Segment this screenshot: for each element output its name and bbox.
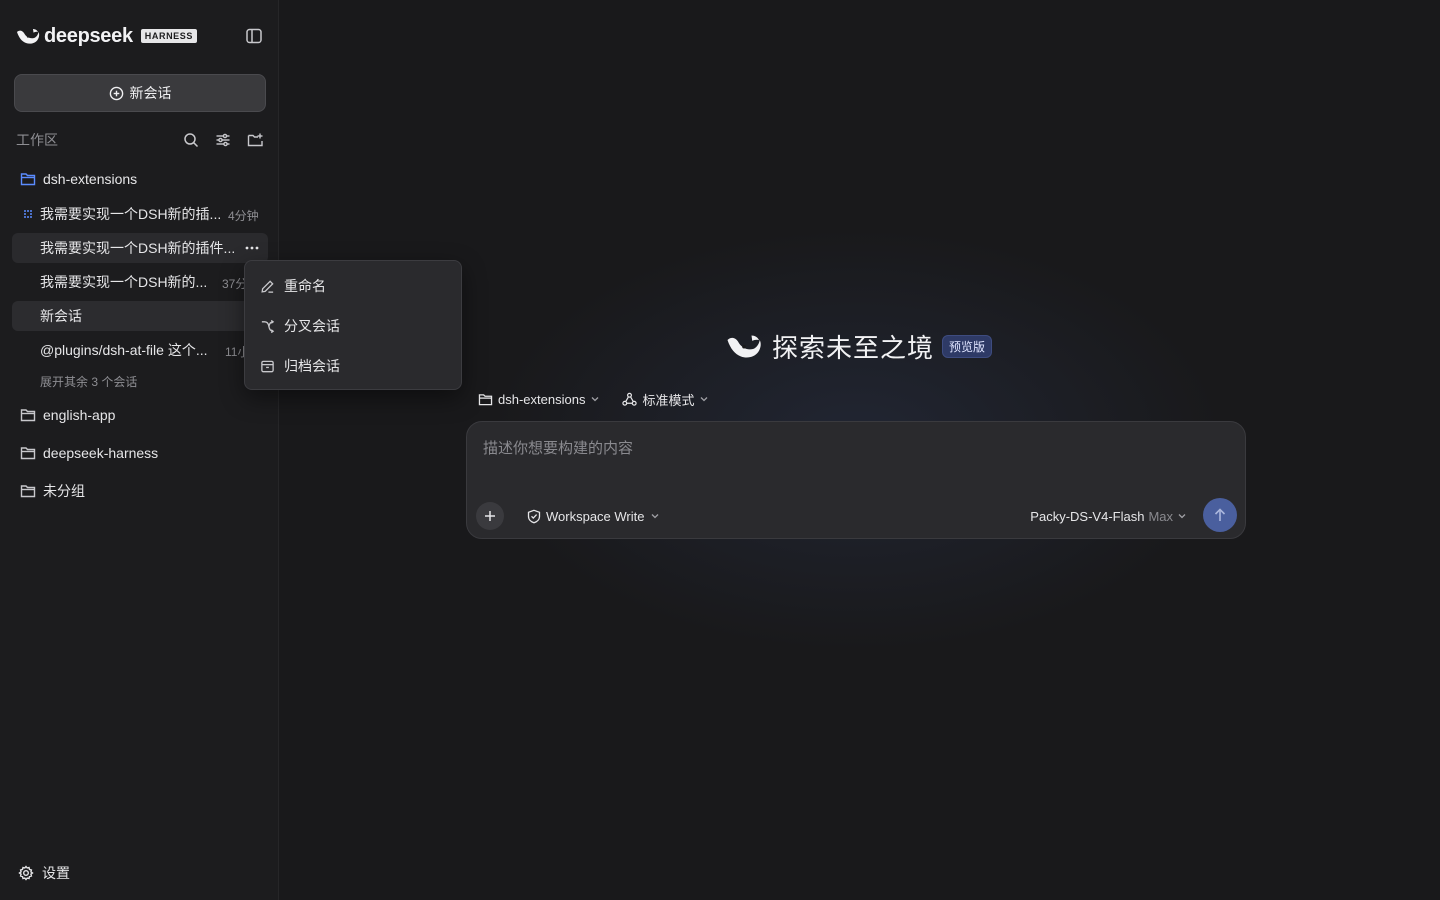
plus-circle-icon bbox=[109, 86, 123, 100]
gear-icon bbox=[18, 865, 34, 881]
expand-conversations-link[interactable]: 展开其余 3 个会话 bbox=[40, 373, 137, 390]
conversation-item[interactable]: 我需要实现一个DSH新的插件... bbox=[12, 233, 268, 263]
folder-plus-icon bbox=[247, 133, 263, 147]
sliders-icon bbox=[216, 133, 230, 147]
folder-name: 未分组 bbox=[43, 483, 85, 499]
mode-nodes-icon bbox=[622, 392, 638, 406]
composer-selectors: dsh-extensions 标准模式 bbox=[478, 389, 709, 409]
mode-selector-label: 标准模式 bbox=[642, 392, 695, 408]
new-chat-label: 新会话 bbox=[129, 85, 172, 101]
permission-label: Workspace Write bbox=[546, 508, 645, 524]
settings-button[interactable]: 设置 bbox=[18, 862, 70, 884]
search-button[interactable] bbox=[182, 130, 200, 150]
conversation-title: 我需要实现一个DSH新的插... bbox=[40, 206, 222, 222]
project-selector-label: dsh-extensions bbox=[498, 391, 586, 407]
folder-dsh-extensions[interactable]: dsh-extensions bbox=[20, 167, 137, 191]
folder-deepseek-harness[interactable]: deepseek-harness bbox=[20, 441, 158, 465]
sidebar: deepseek HARNESS 新会话 工作区 dsh-extensions … bbox=[0, 0, 279, 900]
archive-icon bbox=[261, 360, 274, 372]
folder-name: dsh-extensions bbox=[43, 171, 138, 187]
whale-logo-icon bbox=[17, 29, 40, 44]
collapse-sidebar-button[interactable] bbox=[244, 26, 264, 46]
folder-name: deepseek-harness bbox=[43, 445, 159, 461]
plus-icon bbox=[485, 511, 495, 521]
workspace-label: 工作区 bbox=[16, 132, 58, 148]
folder-ungrouped[interactable]: 未分组 bbox=[20, 479, 85, 503]
brand-name: deepseek bbox=[44, 24, 133, 47]
permission-selector[interactable]: Workspace Write bbox=[527, 506, 660, 526]
brand-badge: HARNESS bbox=[140, 29, 197, 43]
workspace-header: 工作区 bbox=[16, 130, 266, 150]
folder-icon bbox=[478, 393, 493, 405]
new-chat-button[interactable]: 新会话 bbox=[14, 74, 266, 112]
folder-icon bbox=[20, 447, 36, 460]
sidebar-toggle-icon bbox=[246, 28, 262, 44]
conversation-item[interactable]: 我需要实现一个DSH新的... 37分 bbox=[12, 267, 268, 297]
model-selector[interactable]: Packy-DS-V4-Flash Max bbox=[1030, 506, 1187, 526]
send-button[interactable] bbox=[1203, 498, 1237, 532]
chevron-down-icon bbox=[651, 514, 658, 519]
chevron-down-icon bbox=[1178, 514, 1186, 519]
menu-item-label: 归档会话 bbox=[284, 358, 340, 374]
conversation-title: 新会话 bbox=[40, 308, 82, 324]
project-selector[interactable]: dsh-extensions bbox=[478, 392, 600, 407]
hero-heading: 探索未至之境 预览版 bbox=[726, 328, 993, 364]
branch-icon bbox=[261, 319, 275, 333]
more-options-button[interactable] bbox=[242, 238, 262, 258]
composer: Workspace Write Packy-DS-V4-Flash Max bbox=[466, 421, 1246, 539]
conversation-time: 4分钟 bbox=[228, 209, 259, 223]
folder-icon bbox=[20, 485, 36, 498]
brand-logo[interactable]: deepseek HARNESS bbox=[16, 24, 197, 48]
search-icon bbox=[184, 133, 199, 148]
conversation-item[interactable]: 我需要实现一个DSH新的插... 4分钟 bbox=[12, 199, 268, 229]
pencil-icon bbox=[261, 279, 274, 293]
menu-item-archive[interactable]: 归档会话 bbox=[245, 346, 461, 386]
model-name: Packy-DS-V4-Flash bbox=[1030, 508, 1145, 524]
conversation-item-active[interactable]: 新会话 bbox=[12, 301, 268, 331]
conversation-item[interactable]: @plugins/dsh-at-file 这个... 11小 bbox=[12, 335, 268, 365]
conversation-title: 我需要实现一个DSH新的... bbox=[40, 274, 208, 290]
folder-english-app[interactable]: english-app bbox=[20, 403, 115, 427]
menu-item-label: 分叉会话 bbox=[284, 318, 340, 334]
prompt-input[interactable] bbox=[483, 436, 1223, 460]
model-tier: Max bbox=[1148, 508, 1173, 524]
more-horizontal-icon bbox=[245, 246, 259, 250]
settings-label: 设置 bbox=[42, 865, 70, 881]
menu-item-fork[interactable]: 分叉会话 bbox=[245, 306, 461, 346]
preview-badge: 预览版 bbox=[942, 334, 993, 358]
new-folder-button[interactable] bbox=[246, 130, 264, 150]
filter-button[interactable] bbox=[214, 130, 232, 150]
folder-icon bbox=[20, 409, 36, 422]
mode-selector[interactable]: 标准模式 bbox=[622, 390, 709, 409]
chevron-down-icon bbox=[591, 397, 599, 402]
folder-name: english-app bbox=[43, 407, 116, 423]
menu-item-rename[interactable]: 重命名 bbox=[245, 266, 461, 306]
shield-check-icon bbox=[527, 509, 541, 523]
attach-button[interactable] bbox=[476, 502, 504, 530]
folder-open-icon bbox=[20, 173, 36, 186]
hero-title: 探索未至之境 bbox=[772, 332, 935, 363]
menu-item-label: 重命名 bbox=[284, 278, 326, 294]
loading-indicator-icon bbox=[24, 210, 32, 218]
conversation-context-menu: 重命名 分叉会话 归档会话 bbox=[244, 260, 462, 390]
arrow-up-icon bbox=[1214, 508, 1226, 521]
conversation-title: 我需要实现一个DSH新的插件... bbox=[40, 240, 236, 256]
chevron-down-icon bbox=[701, 397, 708, 402]
whale-logo-icon bbox=[727, 335, 761, 358]
conversation-title: @plugins/dsh-at-file 这个... bbox=[40, 342, 208, 358]
